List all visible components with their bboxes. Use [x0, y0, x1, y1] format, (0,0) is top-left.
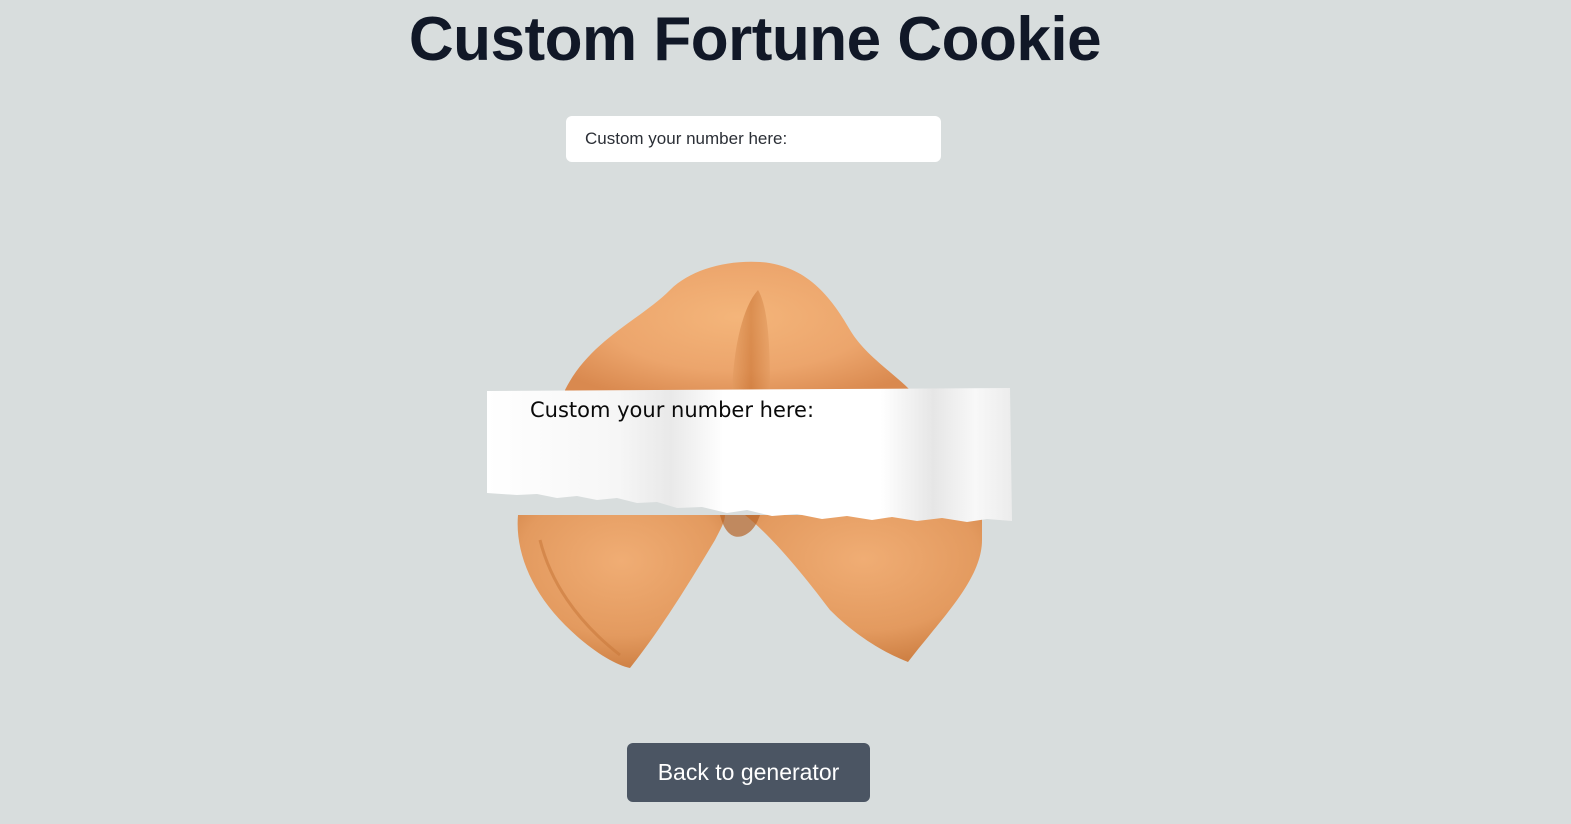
fortune-cookie-image: Custom your number here: [470, 250, 1030, 690]
fortune-paper: Custom your number here: [487, 388, 1012, 522]
page-title: Custom Fortune Cookie [408, 5, 1102, 74]
fortune-text: Custom your number here: [530, 398, 815, 422]
back-to-generator-button[interactable]: Back to generator [627, 743, 870, 802]
number-input[interactable] [566, 116, 941, 162]
